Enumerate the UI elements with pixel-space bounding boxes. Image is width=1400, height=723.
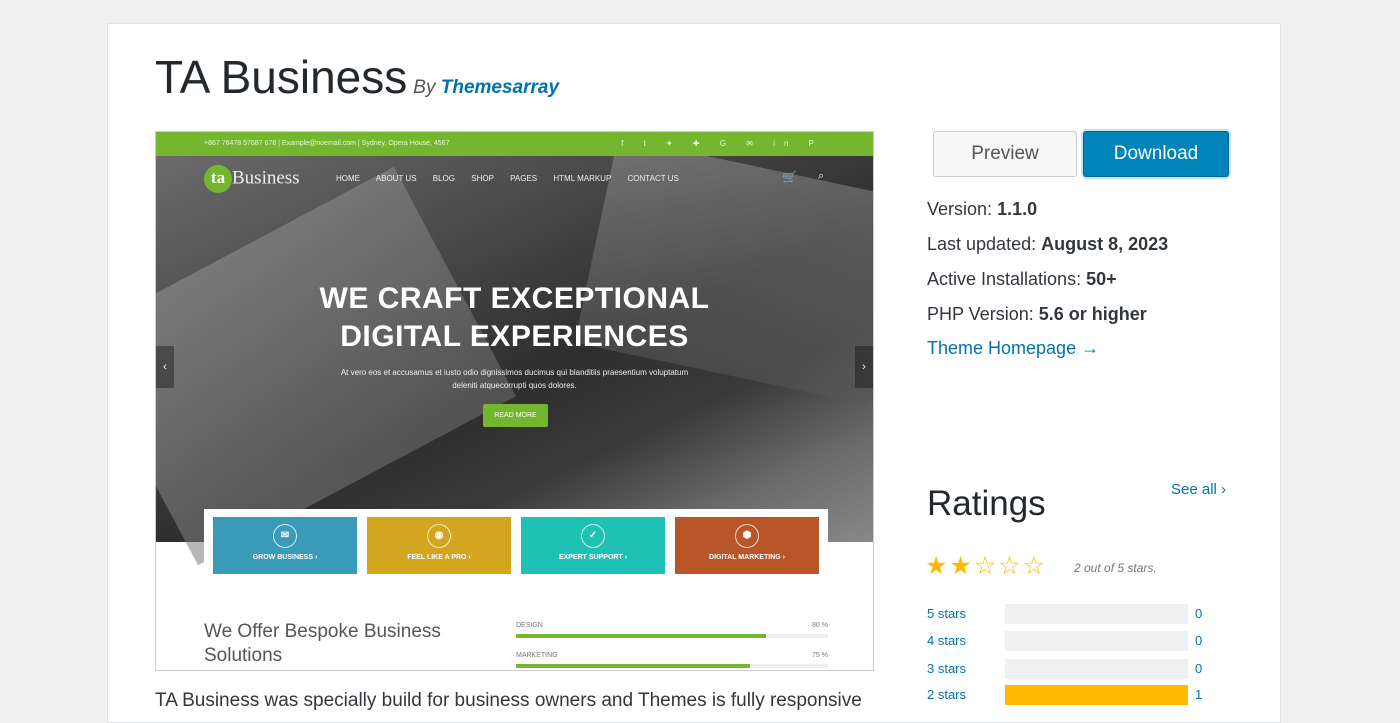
by-label: By — [413, 77, 436, 98]
tile-label: DIGITAL MARKETING › — [709, 554, 785, 561]
rating-bar — [1005, 604, 1188, 624]
skill-name: DESIGN — [516, 622, 543, 629]
skill-track — [516, 634, 828, 638]
version-value: 1.1.0 — [997, 199, 1038, 219]
logo-badge: ta — [204, 165, 232, 193]
rating-row-label[interactable]: 5 stars — [927, 606, 966, 621]
theme-screenshot: ta Business HOME ABOUT US BLOG SHOP PAGES… — [155, 131, 874, 671]
skill-design: DESIGN 80 % — [516, 622, 828, 638]
star-rating: ★★☆☆☆ — [925, 551, 1047, 581]
tile-feel-like-pro: ◉ FEEL LIKE A PRO › — [367, 517, 511, 574]
tile-expert-support: ✓ EXPERT SUPPORT › — [521, 517, 665, 574]
see-all-ratings-link[interactable]: See all › — [1171, 481, 1226, 498]
skill-marketing: MARKETING 75 % — [516, 652, 828, 668]
hero-banner: ta Business HOME ABOUT US BLOG SHOP PAGES… — [156, 137, 873, 566]
tile-digital-marketing: ⬢ DIGITAL MARKETING › — [675, 517, 819, 574]
rating-row-count[interactable]: 0 — [1195, 633, 1202, 648]
menu-item-shop: SHOP — [471, 174, 494, 183]
headline-line-2: DIGITAL EXPERIENCES — [340, 320, 689, 353]
theme-homepage-link[interactable]: Theme Homepage → — [927, 338, 1099, 359]
page-title: TA Business By Themesarray — [155, 50, 559, 104]
cart-icon: 🛒 — [782, 170, 797, 184]
demo-topbar: +867 76478 57687 678 | Example@noemail.c… — [156, 132, 873, 156]
menu-item-blog: BLOG — [432, 174, 455, 183]
tile-label: FEEL LIKE A PRO › — [407, 554, 471, 561]
target-icon: ◉ — [427, 524, 451, 548]
search-icon: ⌕ — [818, 170, 825, 182]
skill-pct: 80 % — [812, 622, 828, 629]
preview-button[interactable]: Preview — [933, 131, 1077, 177]
theme-name: TA Business — [155, 51, 408, 103]
topbar-contact: +867 76478 57687 678 | Example@noemail.c… — [204, 140, 450, 147]
skill-fill — [516, 664, 750, 668]
cubes-icon: ⬢ — [735, 524, 759, 548]
meta-updated: Last updated: August 8, 2023 — [927, 234, 1168, 255]
menu-item-home: HOME — [336, 174, 360, 183]
hero-headline: WE CRAFT EXCEPTIONAL DIGITAL EXPERIENCES — [156, 280, 873, 356]
ratings-heading: Ratings — [927, 484, 1046, 523]
star-filled-icon: ★★ — [925, 552, 974, 580]
theme-description: TA Business was specially build for busi… — [155, 690, 862, 711]
rating-bar — [1005, 685, 1188, 705]
rating-bar — [1005, 659, 1188, 679]
updated-value: August 8, 2023 — [1041, 234, 1169, 254]
offer-title: We Offer Bespoke Business Solutions — [204, 621, 441, 666]
feature-tiles: ✉ GROW BUSINESS › ◉ FEEL LIKE A PRO › ✓ EXP… — [204, 509, 828, 585]
meta-version: Version: 1.1.0 — [927, 199, 1037, 220]
tile-grow-business: ✉ GROW BUSINESS › — [213, 517, 357, 574]
rating-row-3[interactable]: 3 stars 0 — [927, 659, 1207, 679]
rating-row-count[interactable]: 0 — [1195, 606, 1202, 621]
check-icon: ✓ — [581, 524, 605, 548]
menu-item-contact: CONTACT US — [627, 174, 679, 183]
social-icons: f t ✦ ✚ G ✉ in P — [621, 139, 823, 148]
skill-fill — [516, 634, 766, 638]
menu-item-html-markup: HTML MARKUP — [553, 174, 612, 183]
author-link[interactable]: Themesarray — [441, 77, 559, 98]
headline-line-1: WE CRAFT EXCEPTIONAL — [319, 282, 710, 315]
menu-item-pages: PAGES — [510, 174, 538, 183]
envelope-icon: ✉ — [273, 524, 297, 548]
meta-php: PHP Version: 5.6 or higher — [927, 304, 1147, 325]
demo-menu: HOME ABOUT US BLOG SHOP PAGES HTML MARKU… — [336, 174, 693, 183]
rating-row-4[interactable]: 4 stars 0 — [927, 631, 1207, 651]
installs-value: 50+ — [1086, 269, 1117, 289]
demo-logo: ta Business — [204, 165, 300, 193]
tile-label: GROW BUSINESS › — [252, 554, 318, 561]
menu-item-about: ABOUT US — [375, 174, 417, 183]
hero-subline: At vero eos et accusamus et iusto odio d… — [156, 366, 873, 392]
rating-row-label[interactable]: 3 stars — [927, 661, 966, 676]
php-value: 5.6 or higher — [1038, 304, 1147, 324]
star-empty-icon: ☆☆☆ — [973, 552, 1048, 580]
logo-text: Business — [232, 167, 300, 189]
installs-label: Active Installations: — [927, 269, 1082, 289]
rating-bar — [1005, 631, 1188, 651]
version-label: Version: — [927, 199, 993, 219]
skill-track — [516, 664, 828, 668]
subline-line-1: At vero eos et accusamus et iusto odio d… — [340, 368, 689, 377]
theme-byline: By Themesarray — [413, 77, 559, 98]
chevron-right-icon: › — [855, 346, 873, 388]
demo-nav: ta Business HOME ABOUT US BLOG SHOP PAGES… — [156, 156, 873, 200]
meta-installs: Active Installations: 50+ — [927, 269, 1117, 290]
theme-card: TA Business By Themesarray ta Business HOM… — [107, 23, 1281, 723]
read-more-button: READ MORE — [483, 404, 548, 427]
chevron-left-icon: ‹ — [156, 346, 174, 388]
rating-row-label[interactable]: 4 stars — [927, 633, 966, 648]
tile-label: EXPERT SUPPORT › — [558, 554, 628, 561]
download-button[interactable]: Download — [1083, 131, 1229, 177]
php-label: PHP Version: — [927, 304, 1034, 324]
rating-row-2[interactable]: 2 stars 1 — [927, 685, 1207, 705]
skill-pct: 75 % — [812, 652, 828, 659]
rating-row-5[interactable]: 5 stars 0 — [927, 604, 1207, 624]
rating-bar-fill — [1005, 685, 1188, 705]
subline-line-2: deleniti atquecorrupti quos dolores. — [452, 381, 577, 390]
rating-row-count[interactable]: 0 — [1195, 661, 1202, 676]
rating-summary: 2 out of 5 stars. — [1074, 561, 1157, 575]
skill-name: MARKETING — [516, 652, 558, 659]
updated-label: Last updated: — [927, 234, 1037, 254]
